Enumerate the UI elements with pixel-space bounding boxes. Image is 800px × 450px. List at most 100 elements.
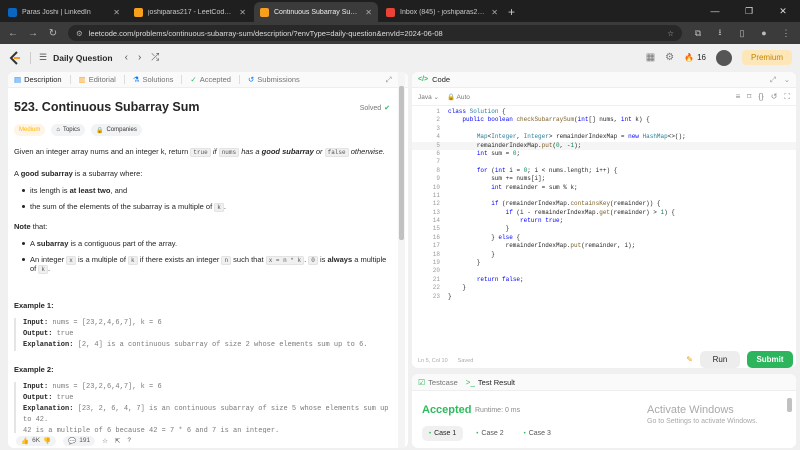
browser-tab-continuous-subarray[interactable]: Continuous Subarray Sum - LeetCode ✕ [254, 2, 378, 22]
reset-icon[interactable]: ↺ [771, 92, 778, 102]
forward-icon[interactable]: → [28, 28, 38, 39]
tab-solutions[interactable]: ⚗ Solutions [133, 75, 174, 84]
code-editor-panel: </> Code ⤢ ⌄ Java ⌄ 🔒 Auto ≡ ⌑ {} ↺ ⛶ 1 cl… [412, 72, 796, 368]
line-number: 22 [432, 284, 440, 292]
close-window-icon[interactable]: ✕ [766, 0, 800, 22]
problem-list-icon[interactable]: ☰ [39, 52, 47, 63]
side-panel-icon[interactable]: ▯ [736, 28, 748, 39]
language-select[interactable]: Java ⌄ [418, 93, 439, 101]
tab-accepted[interactable]: ✓ Accepted [190, 75, 231, 84]
line-number: 14 [432, 217, 440, 225]
status-dot-icon: • [523, 430, 526, 437]
premium-button[interactable]: Premium [741, 50, 792, 65]
restore-icon[interactable]: ❐ [732, 0, 766, 22]
reload-icon[interactable]: ↻ [48, 28, 58, 39]
extensions-icon[interactable]: ⧉ [692, 28, 704, 39]
download-icon[interactable]: ⭳ [714, 25, 726, 41]
checkbox-icon: ☑ [418, 377, 426, 387]
example-1: Input: nums = [23,2,4,6,7], k = 6 Output… [14, 318, 394, 351]
share-icon[interactable]: ⇱ [115, 437, 120, 445]
collapse-icon[interactable]: ⌄ [784, 75, 790, 85]
code-text: int remainder = sum % k; [491, 183, 578, 191]
condition-list: its length is at least two, and the sum … [14, 186, 394, 212]
code-line: 3 [412, 125, 796, 133]
comments-button[interactable]: 💬 191 [63, 435, 96, 446]
maximize-icon[interactable]: ⤢ [386, 75, 392, 85]
code-text: } [448, 250, 495, 258]
site-info-icon[interactable]: ⚙ [76, 29, 83, 38]
tab-submissions[interactable]: ↺ Submissions [248, 75, 300, 84]
result-status: Accepted [422, 404, 472, 416]
code-line: 22 } [412, 284, 796, 292]
case-1-tab[interactable]: • Case 1 [422, 426, 464, 441]
description-scrollbar[interactable] [399, 86, 404, 240]
fullscreen-icon[interactable]: ⛶ [784, 92, 790, 102]
daily-question-label[interactable]: Daily Question [53, 53, 113, 63]
example-2: Input: nums = [23,2,6,4,7], k = 6 Output… [14, 382, 394, 434]
bookmark-icon[interactable]: ⌑ [747, 92, 751, 102]
auto-mode[interactable]: 🔒 Auto [447, 93, 470, 101]
tab-title: Continuous Subarray Sum - LeetCode [274, 8, 361, 16]
prev-problem-icon[interactable]: ‹ [125, 52, 128, 63]
star-icon[interactable]: ☆ [102, 437, 108, 445]
code-icon: </> [418, 76, 429, 83]
tab-editorial[interactable]: ▥ Editorial [79, 75, 116, 84]
line-number: 6 [436, 149, 440, 157]
maximize-icon[interactable]: ⤢ [770, 75, 776, 85]
tab-testcase[interactable]: ☑ Testcase [418, 378, 458, 387]
code-line: 13 if (i - remainderIndexMap.get(remaind… [412, 209, 796, 217]
run-button[interactable]: Run [700, 350, 740, 368]
braces-icon[interactable]: {} [758, 92, 763, 102]
example-1-heading: Example 1: [14, 301, 54, 310]
code-line: 5 remainderIndexMap.put(0, -1); [412, 141, 796, 150]
divider [123, 75, 125, 84]
tab-test-result[interactable]: >_ Test Result [466, 378, 515, 387]
description-tabs: ▤ Description ▥ Editorial ⚗ Solutions ✓ Acce… [8, 72, 408, 88]
next-problem-icon[interactable]: › [138, 52, 141, 63]
line-number: 19 [432, 259, 440, 267]
result-tabs: ☑ Testcase >_ Test Result [412, 374, 796, 391]
divider [30, 51, 31, 64]
close-tab-icon[interactable]: ✕ [113, 8, 120, 17]
tab-title: Paras Joshi | LinkedIn [22, 8, 91, 16]
close-tab-icon[interactable]: ✕ [239, 8, 246, 17]
profile-icon[interactable]: ● [758, 28, 770, 38]
code-text: } [448, 292, 452, 300]
back-icon[interactable]: ← [8, 28, 18, 39]
avatar[interactable] [715, 49, 732, 66]
list-item: An integer x is a multiple of k if there… [22, 255, 394, 274]
browser-tab-leetcode-profile[interactable]: joshiparas217 - LeetCode Profile ✕ [128, 2, 252, 22]
companies-button[interactable]: 🔒 Companies [90, 124, 142, 136]
minimize-icon[interactable]: — [698, 0, 732, 22]
bookmark-star-icon[interactable]: ☆ [667, 29, 674, 38]
tag-icon: ⌂ [56, 127, 60, 133]
shuffle-icon[interactable]: ⤮ [151, 52, 159, 63]
code-area[interactable]: 1 class Solution {2 public boolean checkS… [412, 108, 796, 348]
url-field[interactable]: ⚙ leetcode.com/problems/continuous-subar… [68, 25, 682, 41]
layout-icon[interactable]: ▦ [646, 52, 655, 63]
case-3-tab[interactable]: • Case 3 [517, 426, 558, 441]
format-icon[interactable]: ≡ [736, 92, 741, 102]
close-tab-icon[interactable]: ✕ [491, 8, 498, 17]
new-tab-button[interactable]: + [508, 5, 515, 19]
code-text: class Solution { [448, 108, 506, 115]
case-2-tab[interactable]: • Case 2 [469, 426, 510, 441]
streak-fire-icon[interactable]: 🔥 [684, 53, 694, 62]
close-tab-icon[interactable]: ✕ [365, 8, 372, 17]
debugger-icon[interactable]: ✎ [686, 355, 693, 364]
leetcode-logo-icon[interactable] [8, 50, 22, 65]
code-text: if (remainderIndexMap.containsKey(remain… [491, 200, 661, 208]
browser-tab-gmail[interactable]: Inbox (845) - joshiparas217@gmail.com ✕ [380, 2, 504, 22]
tab-description[interactable]: ▤ Description [14, 75, 62, 84]
thumbs-up-icon: 👍 [21, 437, 30, 445]
browser-tab-linkedin[interactable]: Paras Joshi | LinkedIn ✕ [2, 2, 126, 22]
like-button[interactable]: 👍 6K 👎 [16, 435, 57, 446]
topics-button[interactable]: ⌂ Topics [51, 124, 85, 136]
submit-button[interactable]: Submit [747, 350, 793, 368]
thumbs-down-icon[interactable]: 👎 [43, 437, 51, 445]
settings-icon[interactable]: ⚙ [665, 52, 674, 63]
result-scrollbar[interactable] [787, 398, 792, 412]
problem-intro: Given an integer array nums and an integ… [14, 147, 385, 157]
menu-icon[interactable]: ⋮ [780, 28, 792, 39]
help-icon[interactable]: ? [127, 437, 131, 444]
